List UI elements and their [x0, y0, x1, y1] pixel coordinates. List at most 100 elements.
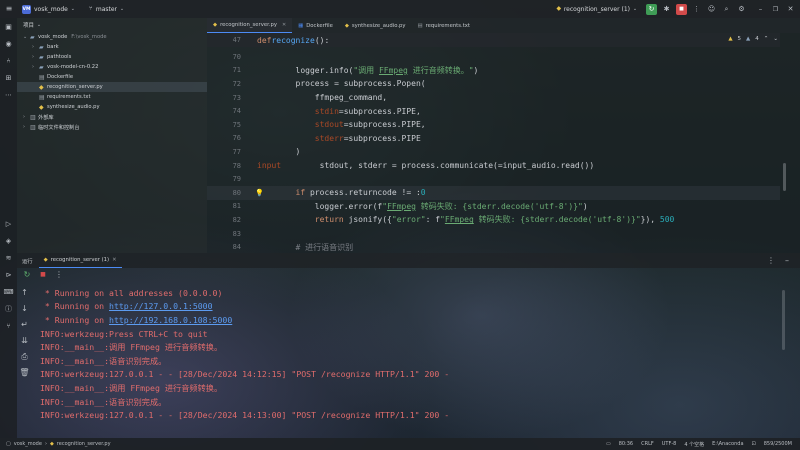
project-switcher[interactable]: VM vosk_mode ⌄ — [18, 0, 82, 18]
more-horizontal-icon[interactable]: ⋮ — [54, 270, 64, 280]
terminal-icon[interactable]: ⌨ — [3, 287, 13, 297]
code-line[interactable]: 79 — [207, 172, 780, 186]
run-tool-icon[interactable]: ▷ — [4, 219, 14, 229]
problems-icon[interactable]: ⓘ — [4, 304, 14, 314]
more-horizontal-icon[interactable]: ⋯ — [4, 90, 14, 100]
scroll-to-end-icon[interactable]: ⇊ — [20, 336, 30, 346]
indent-setting[interactable]: 4 个空格 — [684, 441, 704, 448]
tree-item[interactable]: ◆ recognition_server.py — [17, 82, 207, 92]
code-line[interactable]: 75 stdout =subprocess.PIPE, — [207, 118, 780, 132]
stop-icon[interactable]: ■ — [38, 270, 48, 280]
code-line[interactable]: 84 # 进行语音识别 — [207, 240, 780, 254]
notifications-icon[interactable]: ▭ — [606, 441, 611, 447]
run-console-output[interactable]: * Running on all addresses (0.0.0.0) * R… — [40, 286, 780, 431]
code-line[interactable]: 71 logger.info("调用 FFmpeg 进行音频转换。") — [207, 64, 780, 78]
maximize-window-button[interactable]: ❐ — [770, 4, 781, 15]
editor-tab[interactable]: ◆ recognition_server.py ✕ — [207, 18, 293, 33]
close-icon[interactable]: ✕ — [112, 257, 116, 263]
keyword-token: return — [257, 215, 344, 225]
layers-icon[interactable]: ≋ — [4, 253, 14, 263]
weak-warning-icon: ▲ — [746, 36, 751, 42]
close-window-button[interactable]: ✕ — [785, 4, 796, 15]
account-button[interactable]: ☺ — [706, 4, 717, 15]
inspection-widget[interactable]: ▲ 5 ▲ 4 ⌃ ⌄ — [728, 36, 778, 42]
interpreter[interactable]: E:\Anaconda — [712, 441, 743, 447]
git-icon[interactable]: ⑂ — [4, 321, 14, 331]
project-panel-title-text: 项目 — [23, 23, 35, 29]
code-line[interactable]: 78 input stdout, stderr = process.communi… — [207, 159, 780, 173]
chevron-up-icon[interactable]: ⌃ — [764, 36, 769, 42]
tree-item[interactable]: › ▥ 外部库 — [17, 112, 207, 122]
console-scrollbar[interactable] — [782, 290, 785, 350]
python-packages-icon[interactable]: ◈ — [4, 236, 14, 246]
branch-switcher[interactable]: ⑂ master ⌄ — [82, 0, 131, 18]
arrow-up-icon[interactable]: ↑ — [20, 288, 30, 298]
stop-button[interactable]: ■ — [676, 3, 687, 15]
code-line[interactable]: 70 — [207, 50, 780, 64]
settings-button[interactable]: ⚙ — [736, 4, 747, 15]
code-line[interactable]: 74 stdin =subprocess.PIPE, — [207, 104, 780, 118]
play-circle-icon[interactable]: ⊳ — [4, 270, 14, 280]
rerun-icon[interactable]: ↻ — [22, 270, 32, 280]
run-config-selector[interactable]: ◆ recognition_server (1) ⌄ — [550, 0, 644, 18]
soft-wrap-icon[interactable]: ↵ — [20, 320, 30, 330]
tree-item[interactable]: ▤ requirements.txt — [17, 92, 207, 102]
close-icon[interactable]: ✕ — [282, 22, 286, 28]
code-line[interactable]: 80 if process.returncode != :0 💡 — [207, 186, 780, 200]
tree-item-label: Dockerfile — [47, 74, 74, 80]
lightbulb-icon[interactable]: 💡 — [255, 189, 264, 197]
line-separator[interactable]: CRLF — [641, 441, 654, 447]
code-line[interactable]: 76 stderr =subprocess.PIPE — [207, 132, 780, 146]
code-line[interactable]: 83 — [207, 227, 780, 241]
editor-tab[interactable]: ▦ Dockerfile — [292, 18, 339, 33]
code-line[interactable]: 82 return jsonify({"error": f " FFmpeg 转码失… — [207, 213, 780, 227]
console-url-link[interactable]: http://192.168.0.108:5000 — [109, 315, 232, 325]
commit-icon[interactable]: ◉ — [4, 39, 14, 49]
memory-indicator[interactable]: 859/2500M — [764, 441, 792, 447]
main-menu-button[interactable]: ≡ — [0, 0, 18, 18]
code-editor[interactable]: 47 def recognize (): ▲ 5 ▲ 4 ⌃ ⌄ 70 71 lo… — [207, 33, 800, 253]
chevron-down-icon[interactable]: ⌄ — [34, 20, 44, 30]
tree-item[interactable]: ⌄ ▰ vosk_mode F:\vosk_mode — [17, 32, 207, 42]
number-token: 500 — [659, 215, 675, 225]
minimize-window-button[interactable]: – — [755, 4, 766, 15]
console-line: INFO:werkzeug:Press CTRL+C to quit — [40, 327, 780, 341]
sticky-scroll-header[interactable]: 47 def recognize (): — [207, 33, 780, 47]
structure-icon[interactable]: ⊞ — [4, 73, 14, 83]
tree-item[interactable]: › ▰ vosk-model-cn-0.22 — [17, 62, 207, 72]
minimize-icon[interactable]: – — [782, 256, 792, 266]
folder-icon[interactable]: ▣ — [4, 22, 14, 32]
status-breadcrumb[interactable]: ▢ vosk_mode › ◆ recognition_server.py — [0, 441, 111, 447]
tree-item[interactable]: ▤ Dockerfile — [17, 72, 207, 82]
rerun-button[interactable]: ↻ — [646, 3, 657, 15]
editor-scrollbar[interactable] — [783, 163, 786, 191]
tree-item[interactable]: › ▰ pathtools — [17, 52, 207, 62]
tree-item[interactable]: › ▥ 临时文件和控制台 — [17, 122, 207, 132]
trash-icon[interactable]: 🗑 — [19, 368, 29, 378]
chevron-down-icon[interactable]: ⌄ — [773, 36, 778, 42]
caret-position[interactable]: 80:36 — [619, 441, 633, 447]
pull-requests-icon[interactable]: ⑃ — [4, 56, 14, 66]
code-line[interactable]: 73 ffmpeg_command, — [207, 91, 780, 105]
run-tab[interactable]: ◆ recognition_server (1) ✕ — [38, 253, 122, 268]
more-vertical-icon[interactable]: ⋮ — [766, 256, 776, 266]
debug-button[interactable]: ✱ — [661, 4, 672, 15]
lock-icon[interactable]: ⊡ — [752, 441, 756, 447]
arrow-down-icon[interactable]: ↓ — [20, 304, 30, 314]
more-actions-button[interactable]: ⋮ — [691, 4, 702, 15]
file-encoding[interactable]: UTF-8 — [662, 441, 677, 447]
close-icon: ✕ — [787, 5, 794, 13]
tree-item[interactable]: › ▰ bark — [17, 42, 207, 52]
code-line[interactable]: 77 ) — [207, 145, 780, 159]
console-url-link[interactable]: http://127.0.0.1:5000 — [109, 301, 213, 311]
search-everywhere-button[interactable]: ⌕ — [721, 4, 732, 15]
editor-tab[interactable]: ◆ synthesize_audio.py — [339, 18, 412, 33]
editor-tab[interactable]: ▤ requirements.txt — [412, 18, 476, 33]
code-line[interactable]: 72 process = subprocess.Popen( — [207, 77, 780, 91]
string-token: "error" — [391, 215, 426, 225]
tree-item[interactable]: ◆ synthesize_audio.py — [17, 102, 207, 112]
code-line[interactable]: 81 logger.error(f " FFmpeg 转码失败: {stderr.d… — [207, 200, 780, 214]
print-icon[interactable]: ⎙ — [20, 352, 30, 362]
tree-item-label: vosk_mode — [38, 34, 68, 40]
code-token: ) — [582, 201, 588, 211]
